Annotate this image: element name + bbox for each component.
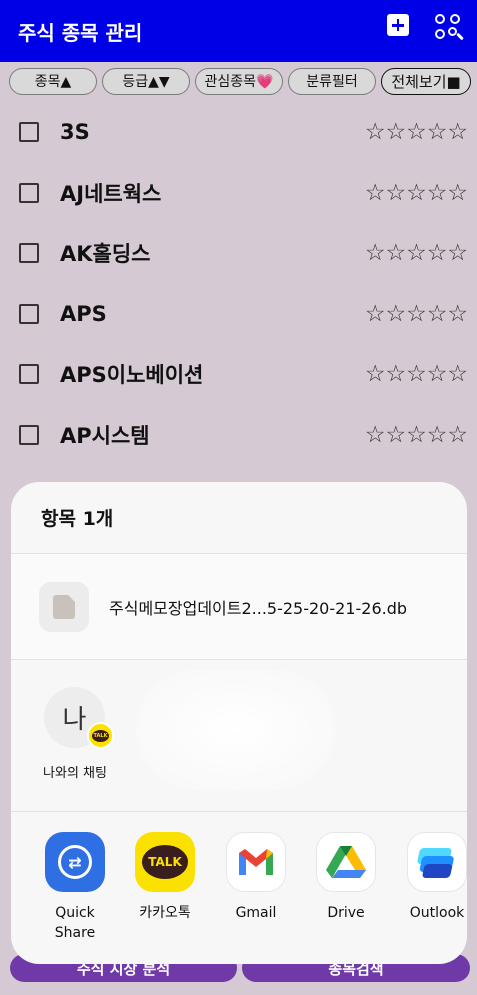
kakaotalk-icon: TALK <box>135 832 195 892</box>
stock-checkbox[interactable] <box>19 122 39 143</box>
share-app-kakaotalk[interactable]: TALK 카카오톡 <box>125 832 205 923</box>
star-rating[interactable]: ☆☆☆☆☆ <box>365 180 468 206</box>
category-search-icon[interactable] <box>435 14 464 42</box>
show-all-button[interactable]: 전체보기■ <box>381 67 471 95</box>
sort-by-name-button[interactable]: 종목▲ <box>9 67 97 95</box>
category-filter-button[interactable]: 분류필터 <box>288 67 376 95</box>
shared-file-name: 주식메모장업데이트2...5-25-20-21-26.db <box>109 598 408 618</box>
file-icon <box>39 581 89 632</box>
star-rating[interactable]: ☆☆☆☆☆ <box>365 240 468 266</box>
stock-name: APS이노베이션 <box>60 363 204 388</box>
stock-row[interactable]: APS ☆☆☆☆☆ <box>0 284 477 345</box>
app-title: 주식 종목 관리 <box>18 20 143 45</box>
share-app-quick-share[interactable]: ⇄ Quick Share <box>35 832 115 943</box>
stock-row[interactable]: AJ네트웍스 ☆☆☆☆☆ <box>0 163 477 224</box>
share-app-gmail[interactable]: Gmail <box>216 832 296 923</box>
direct-share-row: 나 TALK 나와의 채팅 <box>11 660 467 812</box>
stock-list: 3S ☆☆☆☆☆ AJ네트웍스 ☆☆☆☆☆ AK홀딩스 ☆☆☆☆☆ APS ☆☆… <box>0 102 477 465</box>
star-rating[interactable]: ☆☆☆☆☆ <box>365 422 468 448</box>
shared-file-row: 주식메모장업데이트2...5-25-20-21-26.db <box>11 554 467 660</box>
stock-row[interactable]: 3S ☆☆☆☆☆ <box>0 102 477 163</box>
share-app-outlook[interactable]: Outlook <box>397 832 467 923</box>
stock-name: AK홀딩스 <box>60 242 151 267</box>
share-sheet-title: 항목 1개 <box>41 508 114 530</box>
share-apps-row: ⇄ Quick Share TALK 카카오톡 Gmail Drive Outl… <box>11 812 467 962</box>
gmail-icon <box>226 832 286 892</box>
share-sheet: 항목 1개 주식메모장업데이트2...5-25-20-21-26.db 나 TA… <box>11 482 467 964</box>
kakaotalk-badge-icon: TALK <box>87 722 114 749</box>
stock-checkbox[interactable] <box>19 424 39 445</box>
drive-icon <box>316 832 376 892</box>
stock-row[interactable]: AP시스템 ☆☆☆☆☆ <box>0 405 477 466</box>
stock-name: AP시스템 <box>60 423 150 448</box>
add-stock-icon[interactable] <box>387 14 409 36</box>
stock-row[interactable]: APS이노베이션 ☆☆☆☆☆ <box>0 344 477 405</box>
sort-by-grade-button[interactable]: 등급▲▼ <box>102 67 190 95</box>
stock-checkbox[interactable] <box>19 243 39 264</box>
star-rating[interactable]: ☆☆☆☆☆ <box>365 301 468 327</box>
app-titlebar: 주식 종목 관리 <box>0 0 477 62</box>
outlook-icon <box>407 832 467 892</box>
blurred-contact-area <box>136 670 336 790</box>
contact-label: 나와의 채팅 <box>43 766 107 781</box>
share-sheet-header: 항목 1개 <box>11 482 467 554</box>
star-rating[interactable]: ☆☆☆☆☆ <box>365 119 468 145</box>
favorites-filter-button[interactable]: 관심종목💗 <box>195 67 283 95</box>
stock-checkbox[interactable] <box>19 303 39 324</box>
filter-bar: 종목▲ 등급▲▼ 관심종목💗 분류필터 전체보기■ <box>0 62 477 100</box>
stock-checkbox[interactable] <box>19 182 39 203</box>
stock-name: AJ네트웍스 <box>60 181 162 206</box>
stock-name: 3S <box>60 120 90 145</box>
share-app-drive[interactable]: Drive <box>306 832 386 923</box>
star-rating[interactable]: ☆☆☆☆☆ <box>365 361 468 387</box>
stock-checkbox[interactable] <box>19 364 39 385</box>
stock-name: APS <box>60 301 107 326</box>
quick-share-icon: ⇄ <box>45 832 105 892</box>
stock-row[interactable]: AK홀딩스 ☆☆☆☆☆ <box>0 223 477 284</box>
